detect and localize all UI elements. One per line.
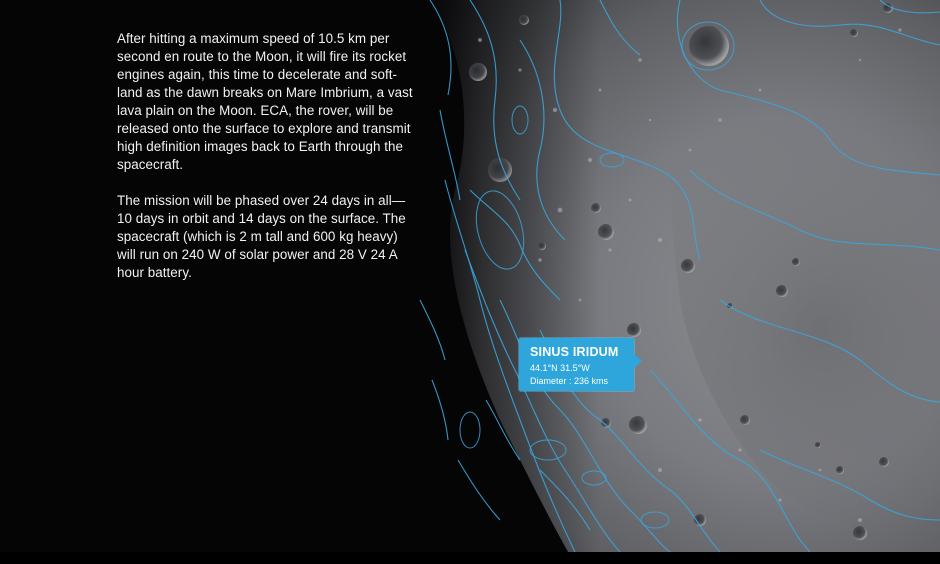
label-pointer bbox=[634, 354, 642, 368]
article-paragraph-2: The mission will be phased over 24 days … bbox=[117, 193, 406, 280]
location-name: SINUS IRIDUM bbox=[530, 345, 619, 359]
location-diameter: Diameter : 236 kms bbox=[530, 376, 609, 386]
article-paragraph-1: After hitting a maximum speed of 10.5 km… bbox=[117, 31, 413, 172]
article-text: After hitting a maximum speed of 10.5 km… bbox=[117, 30, 417, 300]
moon-map-view: After hitting a maximum speed of 10.5 km… bbox=[0, 0, 940, 564]
sinus-iridum-label[interactable]: SINUS IRIDUM 44.1°N 31.5°W Diameter : 23… bbox=[519, 338, 642, 391]
location-coordinates: 44.1°N 31.5°W bbox=[530, 363, 590, 373]
bottom-strip bbox=[0, 552, 940, 564]
